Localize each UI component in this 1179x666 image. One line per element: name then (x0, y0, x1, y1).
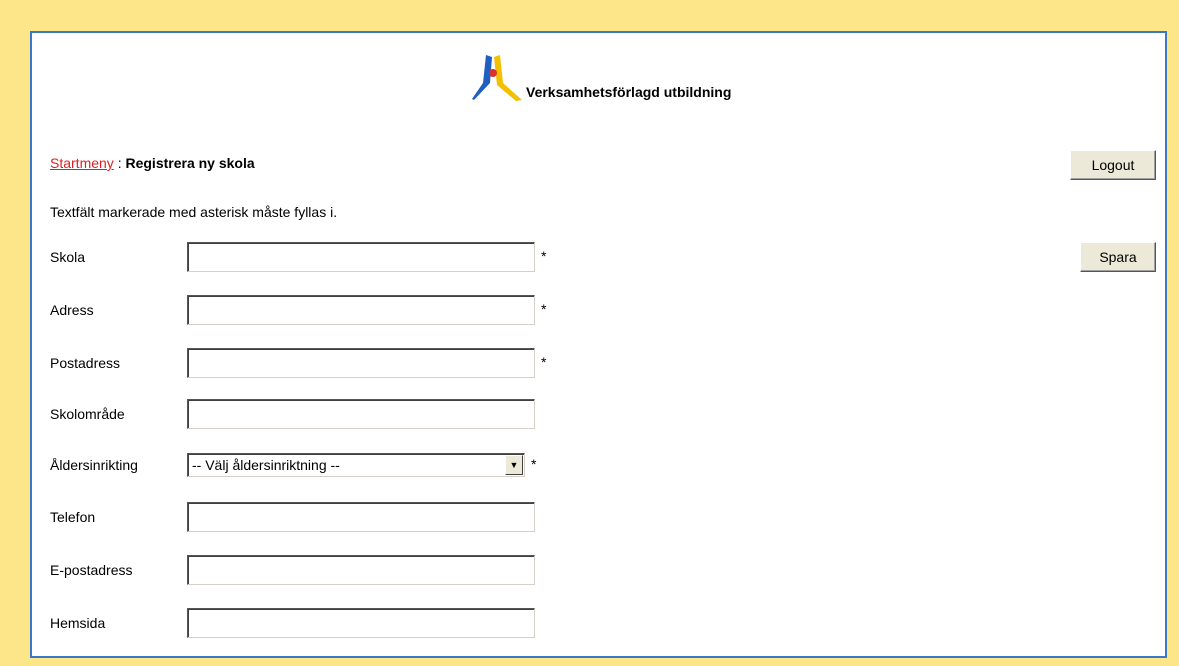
skolomrade-input[interactable] (187, 399, 535, 429)
brand-name: Verksamhetsförlagd utbildning (526, 84, 732, 100)
breadcrumb-link-startmeny[interactable]: Startmeny (50, 155, 114, 171)
required-fields-info: Textfält markerade med asterisk måste fy… (50, 204, 338, 220)
aldersinrikting-selected-value: -- Välj åldersinriktning -- (192, 457, 340, 473)
breadcrumb: Startmeny : Registrera ny skola (50, 155, 255, 171)
skolomrade-label: Skolområde (50, 406, 125, 422)
adress-label: Adress (50, 302, 94, 318)
adress-input[interactable] (187, 295, 535, 325)
postadress-input[interactable] (187, 348, 535, 378)
skola-label: Skola (50, 249, 86, 265)
breadcrumb-separator: : (113, 155, 126, 171)
required-marker: * (541, 248, 547, 264)
save-button[interactable]: Spara (1080, 242, 1156, 272)
telefon-input[interactable] (187, 502, 535, 532)
chevron-down-icon[interactable]: ▼ (505, 455, 523, 475)
required-marker: * (531, 456, 537, 472)
hemsida-input[interactable] (187, 608, 535, 638)
postadress-label: Postadress (50, 355, 121, 371)
logout-button[interactable]: Logout (1070, 150, 1156, 180)
hemsida-label: Hemsida (50, 615, 106, 631)
main-panel: Verksamhetsförlagd utbildning Startmeny … (30, 31, 1167, 658)
page-title: Registrera ny skola (125, 155, 255, 171)
skola-input[interactable] (187, 242, 535, 272)
aldersinrikting-label: Åldersinrikting (50, 457, 138, 473)
vfu-logo-icon (472, 55, 522, 101)
telefon-label: Telefon (50, 509, 96, 525)
aldersinrikting-select[interactable]: -- Välj åldersinriktning -- ▼ (187, 453, 525, 477)
required-marker: * (541, 301, 547, 317)
epost-label: E-postadress (50, 562, 133, 578)
required-marker: * (541, 354, 547, 370)
epost-input[interactable] (187, 555, 535, 585)
brand-logo: Verksamhetsförlagd utbildning (472, 53, 731, 103)
